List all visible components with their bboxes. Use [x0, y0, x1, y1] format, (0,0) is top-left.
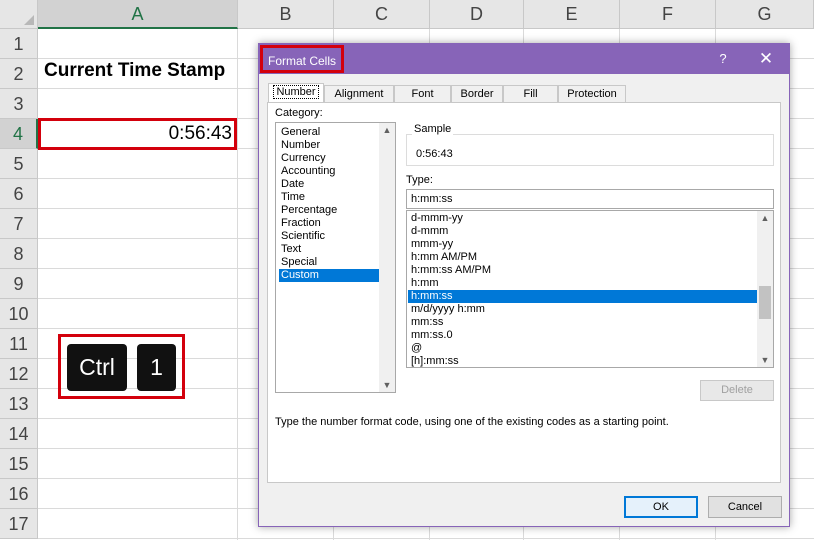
column-header-a[interactable]: A	[38, 0, 238, 29]
scroll-down-icon[interactable]: ▼	[757, 353, 773, 367]
sample-label: Sample	[412, 123, 454, 135]
row-header-16[interactable]: 16	[0, 479, 38, 509]
format-code-item[interactable]: h:mm AM/PM	[408, 251, 759, 264]
scroll-up-icon[interactable]: ▲	[757, 211, 773, 225]
category-item-special[interactable]: Special	[279, 256, 382, 269]
category-list[interactable]: General Number Currency Accounting Date Time P…	[275, 122, 396, 393]
format-code-item[interactable]: mmm-yy	[408, 238, 759, 251]
format-code-list[interactable]: d-mmm-yy d-mmm mmm-yy h:mm AM/PM h:mm:ss AM/…	[406, 210, 774, 368]
sample-value: 0:56:43	[416, 148, 453, 160]
category-item-custom[interactable]: Custom	[279, 269, 382, 282]
category-item-accounting[interactable]: Accounting	[279, 165, 382, 178]
row-header-10[interactable]: 10	[0, 299, 38, 329]
tab-protection[interactable]: Protection	[558, 85, 626, 102]
scroll-thumb[interactable]	[759, 286, 771, 319]
category-item-fraction[interactable]: Fraction	[279, 217, 382, 230]
category-scrollbar[interactable]: ▲ ▼	[379, 123, 395, 392]
category-item-text[interactable]: Text	[279, 243, 382, 256]
format-code-item[interactable]: h:mm:ss	[408, 290, 759, 303]
format-code-item[interactable]: mm:ss	[408, 316, 759, 329]
column-header-f[interactable]: F	[620, 0, 716, 29]
row-header-3[interactable]: 3	[0, 89, 38, 119]
tab-fill[interactable]: Fill	[503, 85, 558, 102]
column-header-e[interactable]: E	[524, 0, 620, 29]
format-code-item[interactable]: h:mm:ss AM/PM	[408, 264, 759, 277]
row-header-4[interactable]: 4	[0, 119, 38, 149]
category-item-percentage[interactable]: Percentage	[279, 204, 382, 217]
scroll-up-icon[interactable]: ▲	[379, 123, 395, 137]
column-header-b[interactable]: B	[238, 0, 334, 29]
hint-text: Type the number format code, using one o…	[275, 416, 669, 428]
format-code-item[interactable]: d-mmm	[408, 225, 759, 238]
row-header-8[interactable]: 8	[0, 239, 38, 269]
format-code-item[interactable]: @	[408, 342, 759, 355]
column-header-c[interactable]: C	[334, 0, 430, 29]
tab-font[interactable]: Font	[394, 85, 451, 102]
one-key-icon: 1	[137, 344, 176, 391]
select-all-corner[interactable]	[0, 0, 38, 29]
row-header-6[interactable]: 6	[0, 179, 38, 209]
row-header-7[interactable]: 7	[0, 209, 38, 239]
cell-a2-title[interactable]: Current Time Stamp	[44, 60, 225, 82]
row-header-9[interactable]: 9	[0, 269, 38, 299]
row-header-13[interactable]: 13	[0, 389, 38, 419]
row-header-5[interactable]: 5	[0, 149, 38, 179]
scroll-down-icon[interactable]: ▼	[379, 378, 395, 392]
tab-border[interactable]: Border	[451, 85, 503, 102]
row-header-2[interactable]: 2	[0, 59, 38, 89]
row-header-14[interactable]: 14	[0, 419, 38, 449]
sample-box: 0:56:43	[406, 134, 774, 166]
delete-button[interactable]: Delete	[700, 380, 774, 401]
row-header-17[interactable]: 17	[0, 509, 38, 539]
category-label: Category:	[275, 107, 323, 119]
row-gridline	[38, 538, 814, 539]
column-gridline	[237, 29, 238, 540]
type-label: Type:	[406, 174, 433, 186]
cell-a4-time-value[interactable]: 0:56:43	[38, 118, 237, 150]
format-list-scrollbar[interactable]: ▲ ▼	[757, 211, 773, 367]
ctrl-key-icon: Ctrl	[67, 344, 127, 391]
dialog-title: Format Cells	[260, 45, 345, 73]
type-input[interactable]: h:mm:ss	[406, 189, 774, 209]
row-header-15[interactable]: 15	[0, 449, 38, 479]
help-button[interactable]: ?	[713, 44, 733, 74]
row-header-1[interactable]: 1	[0, 29, 38, 59]
format-cells-dialog: Format Cells ? ✕ Number Alignment Font B…	[258, 43, 790, 527]
category-item-currency[interactable]: Currency	[279, 152, 382, 165]
column-header-d[interactable]: D	[430, 0, 524, 29]
category-item-time[interactable]: Time	[279, 191, 382, 204]
category-item-scientific[interactable]: Scientific	[279, 230, 382, 243]
category-item-general[interactable]: General	[279, 126, 382, 139]
ok-button[interactable]: OK	[624, 496, 698, 518]
close-button[interactable]: ✕	[754, 44, 778, 74]
row-header-12[interactable]: 12	[0, 359, 38, 389]
row-header-11[interactable]: 11	[0, 329, 38, 359]
format-code-item[interactable]: mm:ss.0	[408, 329, 759, 342]
column-header-g[interactable]: G	[716, 0, 814, 29]
dialog-titlebar[interactable]: Format Cells ? ✕	[259, 44, 789, 74]
format-code-item[interactable]: h:mm	[408, 277, 759, 290]
category-item-number[interactable]: Number	[279, 139, 382, 152]
category-item-date[interactable]: Date	[279, 178, 382, 191]
number-tab-panel: Category: General Number Currency Accountin…	[267, 102, 781, 483]
keyboard-shortcut-highlight: Ctrl 1	[58, 334, 185, 399]
format-code-item[interactable]: [h]:mm:ss	[408, 355, 759, 367]
format-code-item[interactable]: m/d/yyyy h:mm	[408, 303, 759, 316]
tab-alignment[interactable]: Alignment	[324, 85, 394, 102]
tab-number[interactable]: Number	[268, 83, 324, 103]
cancel-button[interactable]: Cancel	[708, 496, 782, 518]
format-code-item[interactable]: d-mmm-yy	[408, 212, 759, 225]
